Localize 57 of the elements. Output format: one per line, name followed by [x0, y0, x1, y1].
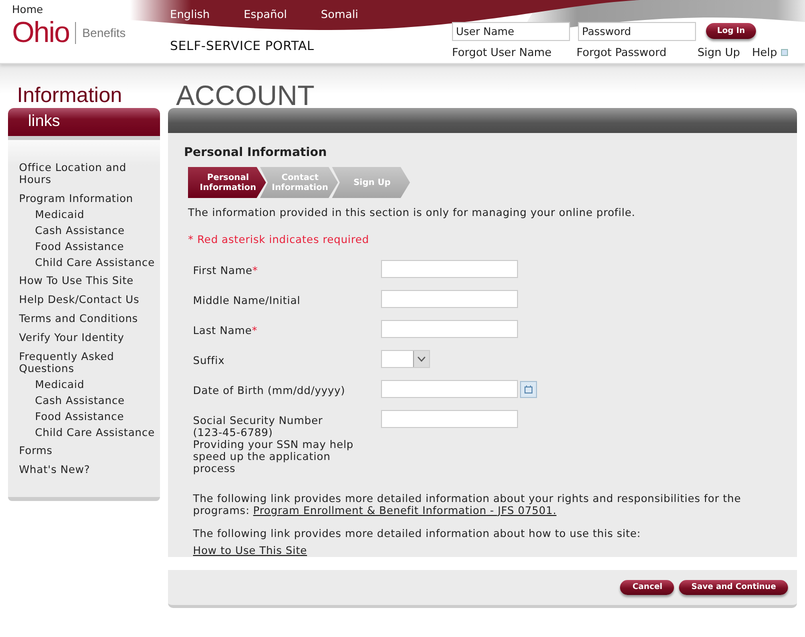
intro-text: The information provided in this section is only for managing your online profile.: [188, 206, 636, 221]
text-field[interactable]: [381, 260, 518, 278]
header-link[interactable]: Forgot User Name: [452, 45, 552, 62]
info-text: The following link provides more detailed information about how to use this site: How to Use This Site: [193, 528, 642, 556]
field-label: Last Name*: [193, 324, 258, 338]
chevron-down-icon[interactable]: [413, 350, 429, 366]
field-label: Middle Name/Initial: [193, 294, 302, 308]
field-label: Date of Birth (mm/dd/yyyy): [193, 384, 346, 398]
sidebar-link[interactable]: How To Use This Site: [19, 275, 156, 287]
field-label: First Name*: [193, 264, 259, 278]
field-label: Social Security Number (123-45-6789) Providing your SSN may help speed up the application process: [193, 414, 355, 474]
field-label: Suffix: [193, 354, 226, 368]
password-field[interactable]: Password: [578, 22, 696, 41]
info-text: The following link provides more detailed information about your rights and responsibilities for the programs: Program Enrollment & Benefit Information - JFS 07501.: [193, 492, 742, 516]
save-continue-button[interactable]: Save and Continue: [679, 580, 788, 594]
sidebar-sublink[interactable]: Child Care Assistance: [19, 427, 156, 439]
sidebar-link[interactable]: Help Desk/Contact Us: [19, 294, 156, 306]
sidebar-sublink[interactable]: Cash Assistance: [19, 225, 156, 237]
login-button[interactable]: Log In: [706, 22, 756, 38]
calendar-icon[interactable]: [520, 380, 537, 398]
sidebar-link[interactable]: Office Location and Hours: [19, 162, 156, 186]
language-link[interactable]: Somali: [320, 7, 358, 24]
text-field[interactable]: [381, 410, 518, 428]
logo-subtitle: Benefits: [75, 22, 126, 44]
username-field[interactable]: User Name: [452, 22, 570, 41]
sidebar-link[interactable]: Program Information: [19, 193, 156, 205]
suffix-select[interactable]: [381, 350, 430, 368]
home-link[interactable]: Home: [12, 4, 44, 16]
sidebar-sublink[interactable]: Cash Assistance: [19, 395, 156, 407]
text-field[interactable]: [381, 320, 518, 338]
sidebar-link[interactable]: Verify Your Identity: [19, 332, 156, 344]
sidebar-sublink[interactable]: Food Assistance: [19, 241, 156, 253]
sidebar-link[interactable]: Forms: [19, 445, 156, 457]
section-title: Personal Information: [184, 144, 328, 161]
date-field[interactable]: [381, 380, 518, 398]
sidebar-title: Information: [16, 84, 124, 108]
header-link[interactable]: Sign Up: [697, 45, 740, 62]
sidebar-sublink[interactable]: Medicaid: [19, 209, 156, 221]
sidebar-sublink[interactable]: Child Care Assistance: [19, 257, 156, 269]
cancel-button[interactable]: Cancel: [620, 580, 674, 594]
text-field[interactable]: [381, 290, 518, 308]
step-tab[interactable]: Personal Information: [188, 167, 266, 198]
header-link[interactable]: Forgot Password: [576, 45, 666, 62]
info-link[interactable]: How to Use This Site: [193, 544, 308, 556]
header-link[interactable]: Help: [752, 45, 778, 62]
language-link[interactable]: English: [170, 7, 210, 24]
info-link[interactable]: Program Enrollment & Benefit Information - JFS 07501.: [253, 504, 556, 516]
required-note: * Red asterisk indicates required: [188, 232, 370, 248]
page-title: ACCOUNT: [175, 84, 316, 108]
logo-text: Ohio: [12, 18, 70, 48]
sidebar-link[interactable]: Frequently Asked Questions: [19, 351, 156, 375]
sidebar-sublink[interactable]: Food Assistance: [19, 411, 156, 423]
sidebar-link[interactable]: What's New?: [19, 464, 156, 476]
portal-title: SELF-SERVICE PORTAL: [170, 36, 316, 54]
language-link[interactable]: Español: [244, 7, 287, 24]
sidebar-link[interactable]: Terms and Conditions: [19, 313, 156, 325]
sidebar-sublink[interactable]: Medicaid: [19, 379, 156, 391]
